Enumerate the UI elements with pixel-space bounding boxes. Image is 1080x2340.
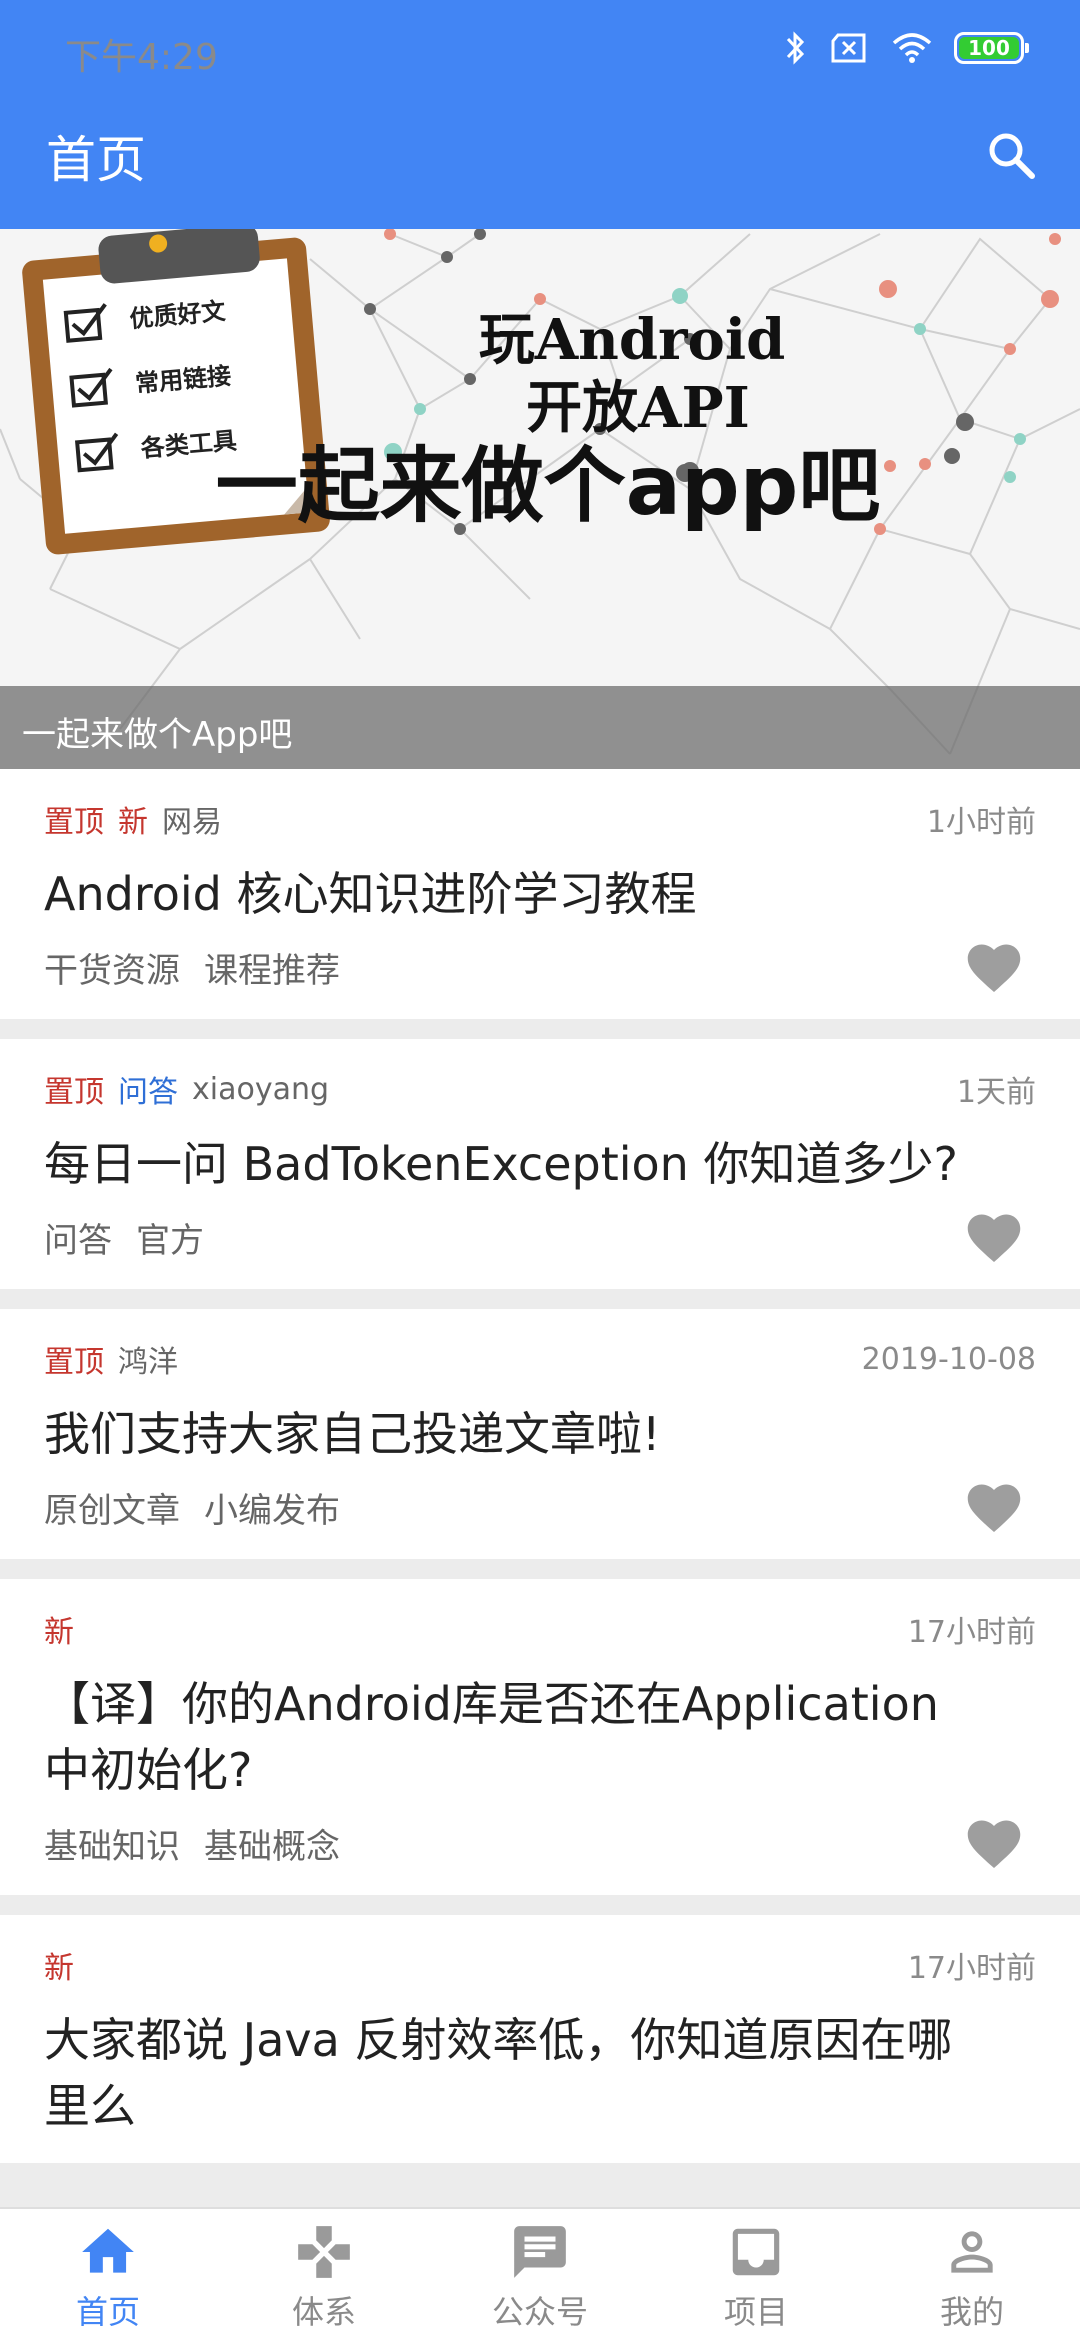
article-time: 17小时前 bbox=[907, 1615, 1036, 1650]
article-title[interactable]: 我们支持大家自己投递文章啦! bbox=[44, 1401, 1036, 1467]
tag-top: 置顶 bbox=[44, 1345, 104, 1380]
page-title: 首页 bbox=[46, 131, 146, 189]
app-header: 下午4:29 100 首页 bbox=[0, 0, 1080, 229]
search-icon bbox=[989, 133, 1035, 179]
article-chapter[interactable]: 原创文章 bbox=[44, 1483, 180, 1532]
article-meta: 置顶 新 网易 1小时前 bbox=[44, 799, 1036, 840]
article-chapter[interactable]: 基础概念 bbox=[204, 1819, 340, 1868]
tag-new: 新 bbox=[118, 805, 148, 840]
article-meta: 置顶 问答 xiaoyang 1天前 bbox=[44, 1069, 1036, 1111]
heart-icon[interactable] bbox=[964, 1209, 1024, 1265]
article-meta: 置顶 鸿洋 2019-10-08 bbox=[44, 1339, 1036, 1381]
banner-caption: 一起来做个App吧 bbox=[22, 715, 293, 755]
no-sim-icon bbox=[831, 33, 866, 63]
article-meta: 新 17小时前 bbox=[44, 1609, 1036, 1650]
nav-item-project[interactable]: 项目 bbox=[648, 2209, 864, 2340]
bottom-navigation: 首页 体系 公众号 项目 我的 bbox=[0, 2207, 1080, 2340]
article-card[interactable]: 新 17小时前 大家都说 Java 反射效率低，你知道原因在哪里么 bbox=[0, 1915, 1080, 2163]
nav-label: 我的 bbox=[939, 2293, 1004, 2331]
article-chapter[interactable]: 基础知识 bbox=[44, 1819, 180, 1868]
search-button[interactable] bbox=[976, 120, 1046, 190]
article-chapters: 干货资源 课程推荐 bbox=[44, 939, 1036, 995]
battery-icon: 100 bbox=[954, 32, 1029, 64]
article-chapters: 基础知识 基础概念 bbox=[44, 1815, 1036, 1871]
tag-new: 新 bbox=[44, 1615, 74, 1650]
article-chapters: 原创文章 小编发布 bbox=[44, 1479, 1036, 1535]
banner-carousel[interactable]: 优质好文 常用链接 各类工具 玩Android 开放API 一起来做个app吧 … bbox=[0, 229, 1080, 769]
article-chapter[interactable]: 小编发布 bbox=[204, 1483, 340, 1532]
tag-qa: 问答 bbox=[118, 1075, 178, 1110]
heart-icon[interactable] bbox=[964, 1815, 1024, 1871]
home-icon bbox=[82, 2228, 134, 2273]
article-time: 1小时前 bbox=[926, 805, 1036, 840]
article-meta: 新 17小时前 bbox=[44, 1945, 1036, 1986]
battery-level: 100 bbox=[968, 36, 1010, 60]
tag-top: 置顶 bbox=[44, 1075, 104, 1110]
banner-slogan: 一起来做个app吧 bbox=[216, 439, 881, 534]
gamepad-icon bbox=[298, 2226, 350, 2278]
wifi-icon bbox=[892, 33, 932, 63]
article-chapter[interactable]: 课程推荐 bbox=[204, 943, 340, 992]
banner-title-line2: 开放API bbox=[526, 375, 750, 441]
nav-label: 体系 bbox=[291, 2293, 356, 2331]
person-icon bbox=[951, 2231, 993, 2273]
heart-icon[interactable] bbox=[964, 1479, 1024, 1535]
article-card[interactable]: 置顶 问答 xiaoyang 1天前 每日一问 BadTokenExceptio… bbox=[0, 1039, 1080, 1289]
nav-label: 项目 bbox=[723, 2293, 788, 2331]
inbox-icon bbox=[732, 2228, 780, 2276]
article-title[interactable]: 每日一问 BadTokenException 你知道多少? bbox=[44, 1131, 1036, 1197]
article-chapters: 问答 官方 bbox=[44, 1209, 1036, 1265]
article-author: xiaoyang bbox=[192, 1071, 330, 1107]
article-title[interactable]: 大家都说 Java 反射效率低，你知道原因在哪里么 bbox=[44, 2007, 1036, 2139]
nav-item-system[interactable]: 体系 bbox=[216, 2209, 432, 2340]
tag-top: 置顶 bbox=[44, 805, 104, 840]
article-card[interactable]: 置顶 鸿洋 2019-10-08 我们支持大家自己投递文章啦! 原创文章 小编发… bbox=[0, 1309, 1080, 1559]
nav-item-home[interactable]: 首页 bbox=[0, 2209, 216, 2340]
article-time: 1天前 bbox=[956, 1075, 1036, 1110]
article-card[interactable]: 置顶 新 网易 1小时前 Android 核心知识进阶学习教程 干货资源 课程推… bbox=[0, 769, 1080, 1019]
tag-new: 新 bbox=[44, 1951, 74, 1986]
status-icons: 100 bbox=[784, 30, 1029, 66]
article-author: 网易 bbox=[162, 805, 222, 840]
nav-label: 首页 bbox=[75, 2293, 140, 2331]
article-card[interactable]: 新 17小时前 【译】你的Android库是否还在Application中初始化… bbox=[0, 1579, 1080, 1895]
nav-item-mine[interactable]: 我的 bbox=[864, 2209, 1080, 2340]
article-author: 鸿洋 bbox=[118, 1345, 178, 1380]
banner-title-line1: 玩Android bbox=[479, 307, 786, 373]
heart-icon[interactable] bbox=[964, 939, 1024, 995]
article-title[interactable]: Android 核心知识进阶学习教程 bbox=[44, 861, 1036, 927]
article-title[interactable]: 【译】你的Android库是否还在Application中初始化? bbox=[44, 1671, 1036, 1803]
article-time: 17小时前 bbox=[907, 1951, 1036, 1986]
status-bar: 下午4:29 100 bbox=[0, 0, 1080, 100]
nav-item-wechat[interactable]: 公众号 bbox=[432, 2209, 648, 2340]
article-chapter[interactable]: 问答 bbox=[44, 1213, 112, 1262]
chat-icon bbox=[514, 2226, 566, 2278]
article-chapter[interactable]: 官方 bbox=[136, 1213, 204, 1262]
status-time: 下午4:29 bbox=[65, 37, 218, 78]
nav-label: 公众号 bbox=[491, 2293, 588, 2331]
article-list[interactable]: 置顶 新 网易 1小时前 Android 核心知识进阶学习教程 干货资源 课程推… bbox=[0, 769, 1080, 2207]
article-chapter[interactable]: 干货资源 bbox=[44, 943, 180, 992]
bluetooth-icon bbox=[786, 31, 805, 65]
article-time: 2019-10-08 bbox=[861, 1341, 1036, 1377]
